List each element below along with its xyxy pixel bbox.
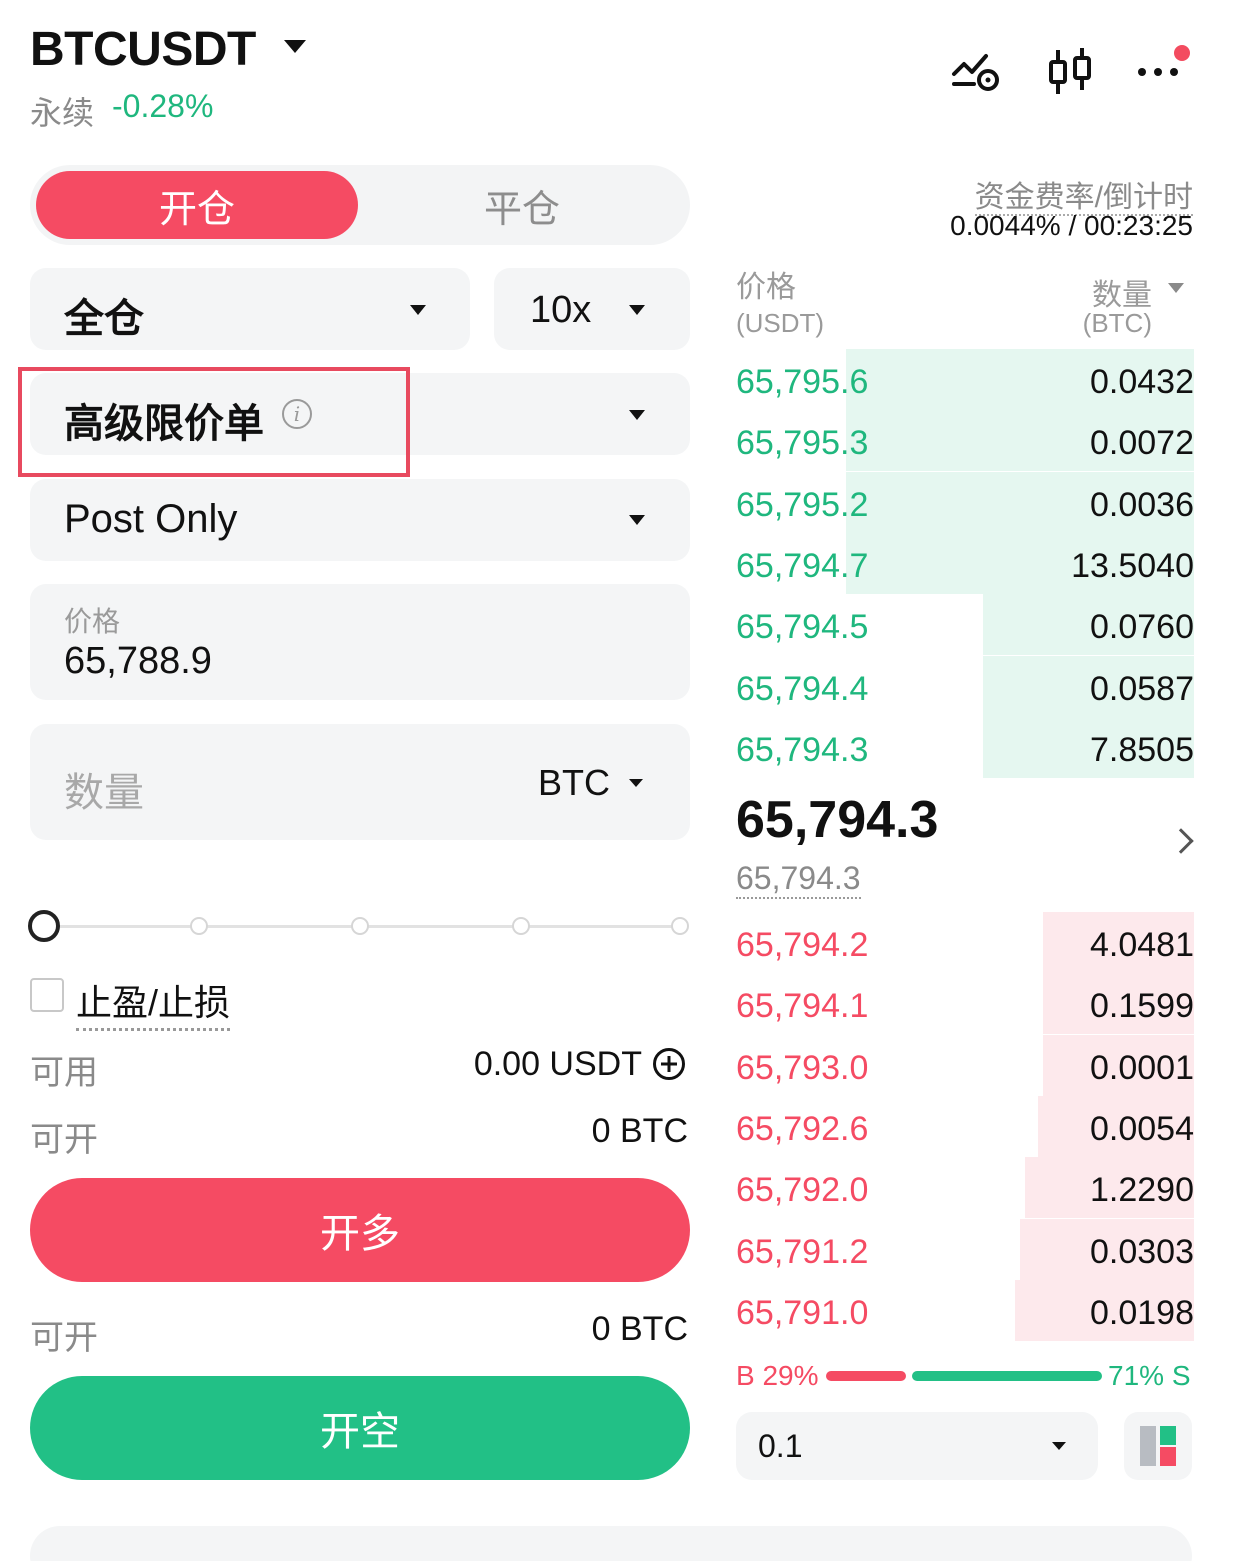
ask-row[interactable]: 65,795.2 0.0036 [736,471,1194,533]
tpsl-checkbox[interactable] [30,978,64,1012]
bid-qty: 0.0303 [1090,1232,1194,1271]
bid-price: 65,792.6 [736,1109,869,1148]
ask-price: 65,794.3 [736,730,869,769]
ask-qty: 7.8505 [1090,730,1194,769]
ask-qty: 0.0760 [1090,608,1194,647]
bid-price: 65,794.2 [736,926,869,964]
bid-price: 65,791.2 [736,1232,869,1271]
leverage-select[interactable] [494,268,690,350]
ask-qty: 0.0432 [1090,363,1194,401]
ask-price: 65,794.5 [736,608,869,647]
bid-row[interactable]: 65,792.0 1.2290 [736,1157,1194,1219]
contract-type-label: 永续 [30,95,95,131]
bid-price: 65,792.0 [736,1171,869,1210]
bid-price: 65,793.0 [736,1048,869,1087]
price-alert-icon[interactable] [948,44,1004,100]
bid-row[interactable]: 65,791.0 0.0198 [736,1279,1194,1341]
bid-row[interactable]: 65,794.1 0.1599 [736,973,1194,1035]
chevron-down-icon[interactable] [284,40,306,53]
tab-close-position[interactable]: 平仓 [360,171,684,239]
highlight-box [18,367,410,477]
candlestick-chart-icon[interactable] [1042,44,1098,100]
bid-qty: 0.0198 [1090,1293,1194,1332]
ask-price: 65,795.3 [736,424,869,463]
orderbook-price-header: 价格 [736,271,796,304]
chevron-down-icon[interactable] [629,779,643,787]
leverage-label: 10x [530,289,592,331]
last-price: 65,794.3 [736,791,939,849]
orderbook-qty-unit: (BTC) [1082,308,1152,338]
tab-open-position[interactable]: 开仓 [36,171,358,239]
ask-row[interactable]: 65,795.3 0.0072 [736,410,1194,472]
bid-qty: 0.1599 [1090,987,1194,1026]
price-input-value[interactable]: 65,788.9 [64,640,212,683]
notification-dot [1174,45,1190,61]
price-change-percent: -0.28% [112,88,214,124]
ask-qty: 0.0072 [1090,424,1194,463]
ask-row[interactable]: 65,794.3 7.8505 [736,716,1194,778]
buy-ratio-bar [826,1371,906,1381]
bid-price: 65,794.1 [736,987,869,1026]
bottom-panel [30,1526,1192,1561]
symbol-title[interactable]: BTCUSDT [30,22,256,77]
can-open-short-value: 0 BTC [591,1310,688,1348]
precision-value: 0.1 [758,1428,803,1464]
chevron-down-icon [629,410,645,420]
chevron-down-icon [410,305,426,315]
ask-price: 65,794.4 [736,669,869,708]
mark-price[interactable]: 65,794.3 [736,860,861,899]
open-short-button[interactable]: 开空 [30,1376,690,1480]
time-in-force-label: Post Only [64,497,238,541]
ask-row[interactable]: 65,794.7 13.5040 [736,532,1194,594]
can-open-long-label: 可开 [30,1121,98,1159]
slider-step[interactable] [190,917,208,935]
quantity-unit-select[interactable]: BTC [538,762,610,804]
bid-row[interactable]: 65,792.6 0.0054 [736,1095,1194,1157]
can-open-short-label: 可开 [30,1319,98,1357]
slider-step[interactable] [671,917,689,935]
ask-qty: 0.0036 [1090,485,1194,524]
open-long-button[interactable]: 开多 [30,1178,690,1282]
available-label: 可用 [30,1054,98,1092]
bid-qty: 0.0054 [1090,1109,1194,1148]
bid-qty: 4.0481 [1090,926,1194,964]
sell-ratio-bar [912,1371,1102,1381]
slider-step[interactable] [512,917,530,935]
quantity-placeholder[interactable]: 数量 [64,760,144,818]
ask-row[interactable]: 65,794.5 0.0760 [736,594,1194,656]
ask-price: 65,795.6 [736,363,869,401]
funding-rate-value: 0.0044% / 00:23:25 [950,210,1193,241]
margin-mode-label: 全仓 [64,297,144,341]
bid-qty: 0.0001 [1090,1048,1194,1087]
buy-ratio-label: B 29% [736,1360,819,1391]
price-input-label: 价格 [64,606,121,637]
available-value: 0.00 USDT [473,1045,642,1083]
ask-price: 65,794.7 [736,546,869,585]
slider-step[interactable] [351,917,369,935]
ask-row[interactable]: 65,795.6 0.0432 [736,349,1194,410]
slider-handle[interactable] [28,910,60,942]
bid-row[interactable]: 65,794.2 4.0481 [736,912,1194,973]
ask-qty: 13.5040 [1071,546,1194,585]
bid-qty: 1.2290 [1090,1171,1194,1210]
ask-qty: 0.0587 [1090,669,1194,708]
ask-row[interactable]: 65,794.4 0.0587 [736,655,1194,717]
ask-price: 65,795.2 [736,485,869,524]
chevron-down-icon [629,515,645,525]
chevron-down-icon[interactable] [1168,283,1184,293]
chevron-down-icon [1052,1442,1066,1450]
chevron-right-icon[interactable] [1168,828,1194,854]
layout-icon [1140,1426,1176,1466]
orderbook-price-unit: (USDT) [736,308,825,338]
can-open-long-value: 0 BTC [591,1112,688,1150]
bid-row[interactable]: 65,791.2 0.0303 [736,1218,1194,1280]
add-funds-icon[interactable] [652,1047,686,1081]
sell-ratio-label: 71% S [1108,1360,1191,1391]
bid-price: 65,791.0 [736,1293,869,1332]
tpsl-label[interactable]: 止盈/止损 [76,974,231,1031]
layout-toggle-button[interactable] [1124,1412,1192,1480]
chevron-down-icon [629,305,645,315]
bid-row[interactable]: 65,793.0 0.0001 [736,1034,1194,1096]
